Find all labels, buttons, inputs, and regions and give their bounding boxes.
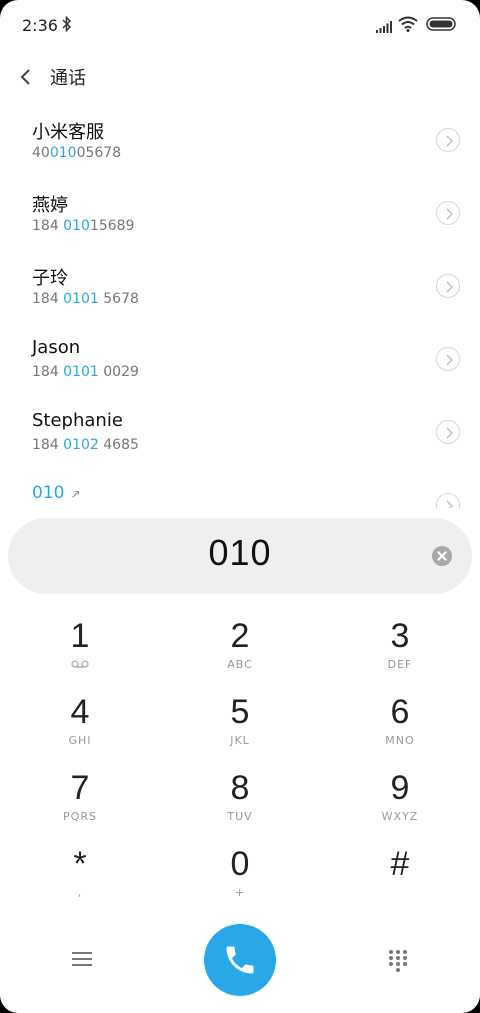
contact-name: Stephanie bbox=[32, 410, 123, 431]
voicemail-icon bbox=[71, 660, 89, 668]
key-6[interactable]: 6 MNO bbox=[320, 686, 480, 762]
contact-detail-button[interactable] bbox=[436, 493, 460, 508]
chevron-left-icon bbox=[20, 69, 30, 85]
key-4[interactable]: 4 GHI bbox=[0, 686, 160, 762]
contact-name: 燕婷 bbox=[32, 195, 68, 216]
search-results-list: 小米客服 4001005678 燕婷 184 01015689 子玲 184 0… bbox=[0, 106, 480, 508]
contact-number: 184 0101 5678 bbox=[32, 291, 139, 307]
list-item[interactable]: 燕婷 184 01015689 bbox=[0, 179, 480, 252]
key-0[interactable]: 0 + bbox=[160, 838, 320, 914]
key-5[interactable]: 5 JKL bbox=[160, 686, 320, 762]
contact-name: 子玲 bbox=[32, 268, 68, 289]
bottom-bar bbox=[0, 920, 480, 1000]
list-item-dial-number[interactable]: 010 ↗ bbox=[0, 471, 480, 508]
contact-detail-button[interactable] bbox=[436, 201, 460, 225]
contact-number: 184 0102 4685 bbox=[32, 437, 139, 453]
phone-icon bbox=[226, 946, 254, 974]
contact-detail-button[interactable] bbox=[436, 128, 460, 152]
key-2[interactable]: 2 ABC bbox=[160, 610, 320, 686]
status-time: 2:36 bbox=[22, 16, 58, 35]
bluetooth-icon bbox=[62, 15, 72, 36]
contact-name: Jason bbox=[32, 337, 81, 358]
chevron-right-icon bbox=[446, 354, 453, 366]
list-item[interactable]: 子玲 184 0101 5678 bbox=[0, 252, 480, 325]
key-3[interactable]: 3 DEF bbox=[320, 610, 480, 686]
chevron-right-icon bbox=[446, 281, 453, 293]
wifi-icon bbox=[398, 16, 418, 36]
list-item[interactable]: Jason 184 0101 0029 bbox=[0, 325, 480, 398]
call-button[interactable] bbox=[204, 924, 276, 996]
back-button[interactable] bbox=[16, 64, 36, 90]
contact-detail-button[interactable] bbox=[436, 420, 460, 444]
chevron-right-icon bbox=[446, 427, 453, 439]
contact-number: 184 01015689 bbox=[32, 218, 135, 234]
key-1[interactable]: 1 bbox=[0, 610, 160, 686]
dial-input-value: 010 bbox=[208, 532, 272, 573]
key-9[interactable]: 9 WXYZ bbox=[320, 762, 480, 838]
chevron-right-icon bbox=[446, 208, 453, 220]
contact-number: 4001005678 bbox=[32, 145, 122, 161]
chevron-right-icon bbox=[446, 500, 453, 508]
status-bar: 2:36 bbox=[0, 0, 480, 52]
battery-icon bbox=[426, 16, 458, 36]
key-8[interactable]: 8 TUV bbox=[160, 762, 320, 838]
key-star[interactable]: * , bbox=[0, 838, 160, 914]
dialer-screen: 2:36 通话 小米客服 4001005678 燕婷 184 01015689 … bbox=[0, 0, 480, 1013]
contact-detail-button[interactable] bbox=[436, 274, 460, 298]
list-item[interactable]: Stephanie 184 0102 4685 bbox=[0, 398, 480, 471]
key-7[interactable]: 7 PQRS bbox=[0, 762, 160, 838]
list-item[interactable]: 小米客服 4001005678 bbox=[0, 106, 480, 179]
page-title: 通话 bbox=[50, 68, 86, 89]
dialed-number: 010 ↗ bbox=[32, 483, 81, 503]
outgoing-call-icon: ↗ bbox=[70, 487, 81, 501]
contact-name: 小米客服 bbox=[32, 122, 104, 143]
signal-icon bbox=[376, 18, 392, 37]
clear-input-button[interactable] bbox=[432, 546, 452, 566]
chevron-right-icon bbox=[446, 135, 453, 147]
key-hash[interactable]: # bbox=[320, 838, 480, 914]
dial-input[interactable]: 010 bbox=[8, 518, 472, 594]
dial-keypad: 1 2 ABC 3 DEF 4 GHI 5 JKL 6 MNO 7 PQRS 8… bbox=[0, 610, 480, 910]
header: 通话 bbox=[0, 52, 480, 102]
contact-number: 184 0101 0029 bbox=[32, 364, 139, 380]
dialpad-toggle-icon[interactable] bbox=[388, 948, 410, 974]
menu-icon[interactable] bbox=[70, 948, 94, 970]
contact-detail-button[interactable] bbox=[436, 347, 460, 371]
